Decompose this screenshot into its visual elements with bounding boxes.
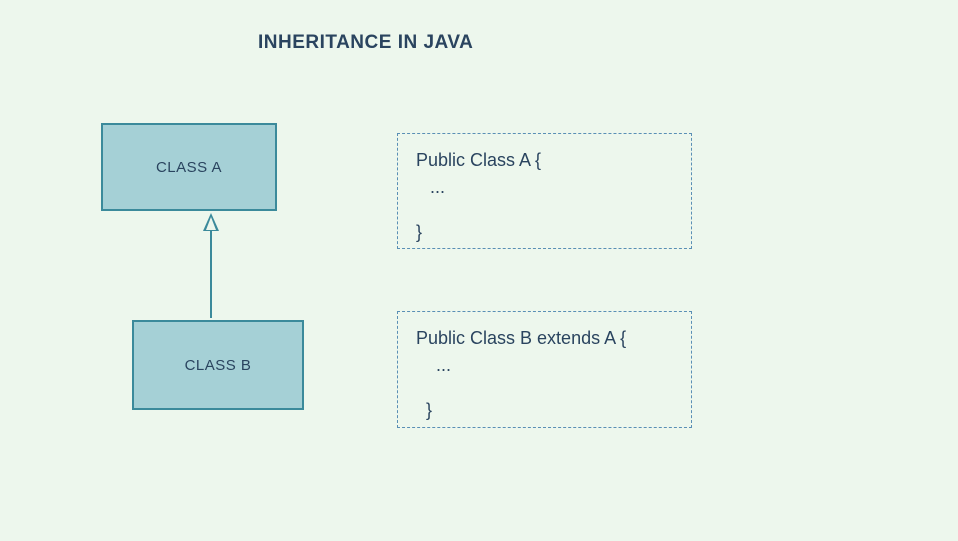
code-box-class-b: Public Class B extends A { ... } <box>397 311 692 428</box>
inheritance-arrow-line <box>210 230 212 318</box>
class-b-label: CLASS B <box>185 357 252 374</box>
code-a-line3: } <box>416 218 673 247</box>
code-b-line1: Public Class B extends A { <box>416 324 673 353</box>
diagram-title: INHERITANCE IN JAVA <box>258 32 473 54</box>
code-b-line3: } <box>416 396 673 425</box>
code-a-line1: Public Class A { <box>416 146 673 175</box>
code-b-line2: ... <box>416 351 673 380</box>
code-box-class-a: Public Class A { ... } <box>397 133 692 249</box>
inheritance-arrow-head-icon <box>203 213 219 231</box>
code-a-line2: ... <box>416 173 673 202</box>
class-b-box: CLASS B <box>132 320 304 410</box>
class-a-box: CLASS A <box>101 123 277 211</box>
class-a-label: CLASS A <box>156 159 222 176</box>
